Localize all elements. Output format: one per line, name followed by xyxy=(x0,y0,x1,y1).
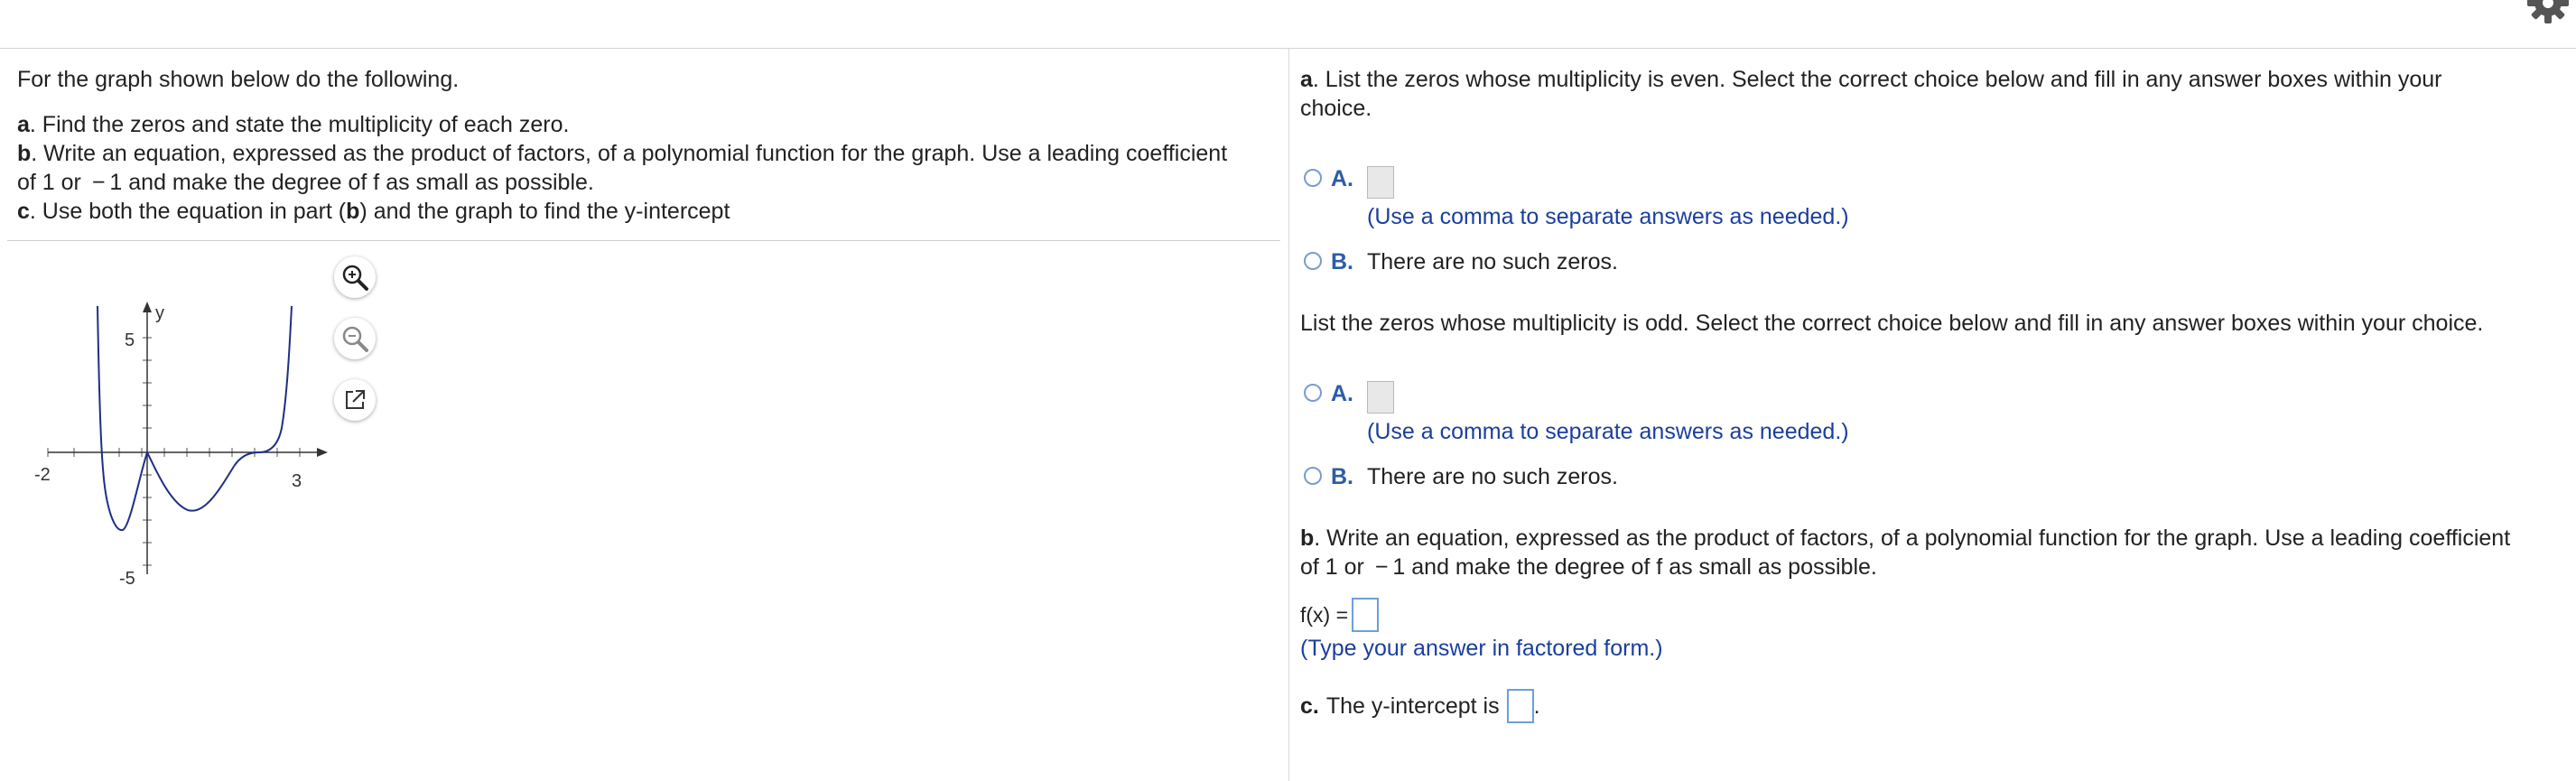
top-bar xyxy=(0,0,2576,49)
y-tick-min: -5 xyxy=(119,569,135,589)
fx-answer-input[interactable] xyxy=(1352,598,1380,632)
question-c-letter: c. xyxy=(1300,693,1319,719)
x-tick-min: -2 xyxy=(34,465,51,485)
fx-label: f(x) = xyxy=(1300,602,1349,627)
pane-divider xyxy=(1288,49,1289,781)
odd-choice-b: B. There are no such zeros. xyxy=(1304,464,1618,490)
y-tick-max: 5 xyxy=(125,330,135,350)
odd-choice-b-letter: B. xyxy=(1331,464,1353,489)
even-choice-b-radio[interactable] xyxy=(1304,252,1322,270)
question-a-line1: a. List the zeros whose multiplicity is … xyxy=(1300,67,2442,92)
odd-choice-a-hint: (Use a comma to separate answers as need… xyxy=(1367,419,1849,444)
odd-choice-b-radio[interactable] xyxy=(1304,467,1322,485)
x-tick-max: 3 xyxy=(292,471,302,491)
polynomial-graph: -2 3 5 -5 y xyxy=(34,302,328,589)
zoom-out-icon[interactable] xyxy=(334,318,376,359)
y-intercept-input[interactable] xyxy=(1506,689,1534,723)
question-b-line1: b. Write an equation, expressed as the p… xyxy=(1300,525,2511,551)
odd-choice-a: A. (Use a comma to separate answers as n… xyxy=(1304,381,1849,445)
section-divider xyxy=(7,240,1280,241)
question-a-line2: choice. xyxy=(1300,96,1372,121)
question-c-text: The y-intercept is xyxy=(1325,693,1500,719)
task-c: c. Use both the equation in part (b) and… xyxy=(17,199,730,224)
task-b: b. Write an equation, expressed as the p… xyxy=(17,141,1228,166)
odd-choice-a-letter: A. xyxy=(1331,381,1353,406)
even-choice-b: B. There are no such zeros. xyxy=(1304,249,1618,275)
odd-zeros-input[interactable] xyxy=(1367,381,1394,414)
even-choice-a-radio[interactable] xyxy=(1304,169,1322,187)
even-choice-a-letter: A. xyxy=(1331,166,1353,191)
even-choice-b-letter: B. xyxy=(1331,249,1353,274)
task-list: a. Find the zeros and state the multipli… xyxy=(17,110,1227,226)
even-zeros-input[interactable] xyxy=(1367,166,1394,199)
fx-hint: (Type your answer in factored form.) xyxy=(1300,636,1663,661)
even-choice-b-text: There are no such zeros. xyxy=(1367,249,1618,274)
fx-row: f(x) = xyxy=(1300,598,1380,632)
question-c-period: . xyxy=(1533,693,1540,719)
even-choice-a-hint: (Use a comma to separate answers as need… xyxy=(1367,204,1849,229)
odd-choice-b-text: There are no such zeros. xyxy=(1367,464,1618,489)
task-a: a. Find the zeros and state the multipli… xyxy=(17,112,570,137)
even-choice-a: A. (Use a comma to separate answers as n… xyxy=(1304,166,1849,230)
zoom-in-icon[interactable] xyxy=(334,256,376,298)
y-axis-label: y xyxy=(155,303,164,323)
question-c-row: c. The y-intercept is . xyxy=(1300,689,1540,723)
odd-prompt: List the zeros whose multiplicity is odd… xyxy=(1300,311,2484,336)
question-b-line2: of 1 or − 1 and make the degree of f as … xyxy=(1300,554,1877,580)
popout-icon[interactable] xyxy=(334,379,376,421)
task-b-cont: of 1 or − 1 and make the degree of f as … xyxy=(17,170,594,195)
gear-icon[interactable] xyxy=(2525,0,2571,25)
instructions-intro: For the graph shown below do the followi… xyxy=(17,67,460,92)
odd-choice-a-radio[interactable] xyxy=(1304,384,1322,402)
